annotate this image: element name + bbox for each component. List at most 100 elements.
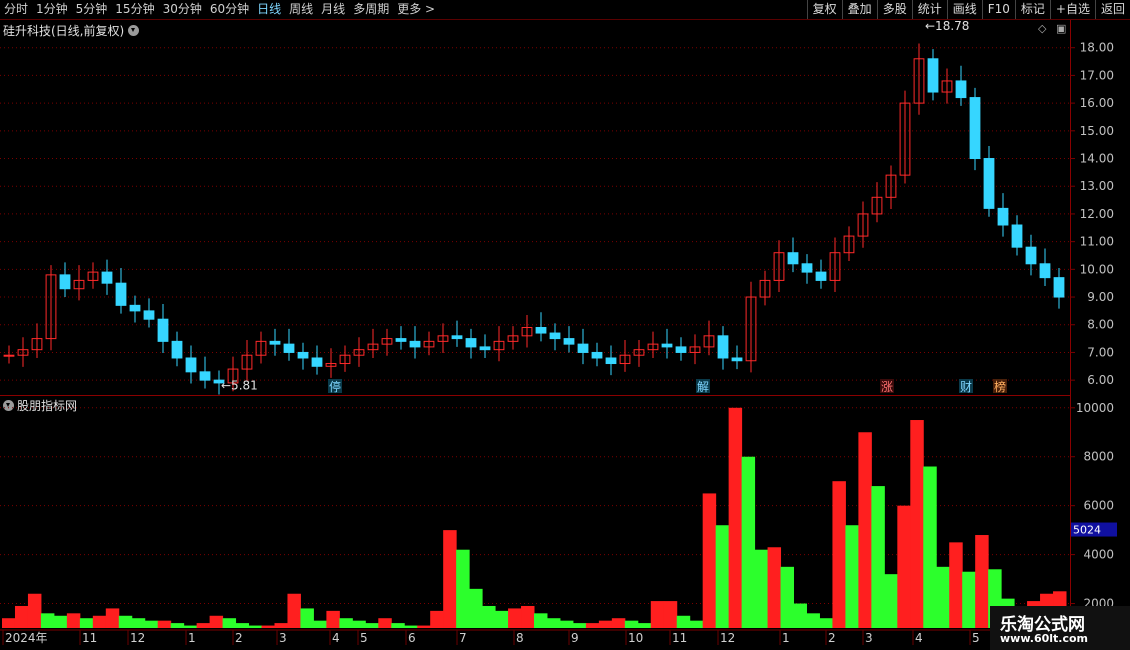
time-label-0: 2024年 [5, 631, 48, 645]
candle-body-72 [1011, 224, 1023, 248]
candle-body-69 [969, 97, 981, 160]
indicator-bar-39 [508, 608, 522, 628]
chart-canvas[interactable]: 18.0017.0016.0015.0014.0013.0012.0011.00… [0, 0, 1130, 650]
indicator-bar-2 [27, 593, 42, 628]
candle-body-12 [171, 340, 183, 359]
ind-tick-label-0: 10000 [1076, 401, 1114, 415]
time-label-19: 5 [972, 631, 980, 645]
price-tick-label-5: 13.00 [1080, 179, 1114, 193]
indicator-bar-17 [222, 618, 237, 628]
indicator-bar-71 [923, 466, 937, 628]
indicator-bar-21 [274, 623, 288, 628]
time-label-5: 3 [279, 631, 287, 645]
ind-tick-label-1: 8000 [1083, 450, 1114, 464]
indicator-bar-45 [585, 623, 600, 628]
indicator-bar-22 [287, 593, 301, 628]
indicator-bar-63 [819, 618, 833, 628]
price-tick-label-11: 7.00 [1087, 345, 1114, 359]
indicator-bar-25 [326, 610, 340, 628]
indicator-bar-65 [845, 525, 859, 628]
candle-body-68 [955, 80, 967, 99]
candle-body-71 [997, 207, 1009, 226]
indicator-bar-42 [546, 618, 561, 628]
indicator-bar-57 [741, 456, 756, 628]
candle-body-28 [395, 338, 407, 342]
candle-body-9 [129, 304, 141, 312]
indicator-bar-41 [534, 613, 548, 628]
candle-body-7 [101, 271, 113, 284]
indicator-bar-1 [14, 605, 29, 628]
price-tick-label-6: 12.00 [1080, 207, 1114, 221]
indicator-bar-0 [2, 618, 16, 628]
candle-body-11 [157, 318, 169, 342]
indicator-bar-60 [780, 566, 795, 628]
candle-body-42 [591, 351, 603, 359]
candle-body-0 [3, 354, 15, 357]
indicator-bar-54 [702, 493, 717, 628]
indicator-bar-74 [962, 571, 976, 628]
candle-body-4 [59, 274, 71, 290]
price-tick-label-8: 10.00 [1080, 262, 1114, 276]
indicator-bar-73 [949, 542, 963, 628]
event-marker-3: 财 [960, 380, 972, 394]
indicator-bar-36 [469, 588, 483, 628]
indicator-bar-19 [248, 625, 263, 628]
candle-body-48 [675, 346, 687, 353]
indicator-bar-58 [754, 549, 769, 628]
indicator-bar-37 [482, 605, 496, 628]
indicator-bar-66 [858, 432, 872, 628]
indicator-bar-51 [663, 601, 678, 628]
indicator-bar-56 [728, 407, 743, 628]
time-label-2: 12 [130, 631, 145, 645]
indicator-bar-52 [676, 615, 691, 628]
indicator-bar-24 [313, 620, 327, 628]
indicator-bar-69 [897, 505, 911, 628]
candle-body-21 [297, 351, 309, 359]
indicator-bar-4 [53, 615, 68, 628]
indicator-bar-68 [884, 574, 898, 628]
current-value-label: 5024 [1073, 524, 1101, 537]
indicator-bar-7 [92, 615, 107, 628]
price-tick-label-7: 11.00 [1080, 235, 1114, 249]
indicator-bar-44 [572, 623, 587, 628]
candle-body-34 [479, 346, 491, 351]
indicator-bar-75 [975, 535, 989, 628]
price-tick-label-4: 14.00 [1080, 152, 1114, 166]
candle-body-40 [563, 338, 575, 345]
indicator-bar-20 [261, 625, 275, 628]
indicator-bar-6 [79, 618, 94, 628]
indicator-bar-13 [170, 623, 185, 628]
time-label-3: 1 [188, 631, 196, 645]
event-marker-0: 停 [329, 379, 341, 394]
candle-body-41 [577, 343, 589, 353]
time-label-10: 8 [516, 631, 524, 645]
indicator-bar-67 [871, 486, 885, 628]
time-label-9: 7 [459, 631, 467, 645]
candle-body-43 [605, 357, 617, 365]
candle-body-73 [1025, 246, 1037, 265]
indicator-bar-18 [235, 623, 250, 628]
indicator-bar-35 [456, 549, 470, 628]
event-marker-1: 解 [697, 380, 709, 394]
right-scrollbar[interactable] [1117, 20, 1130, 606]
candle-body-8 [115, 282, 127, 306]
indicator-bar-31 [404, 625, 418, 628]
indicator-bar-53 [689, 620, 704, 628]
time-label-16: 2 [828, 631, 836, 645]
time-label-17: 3 [865, 631, 873, 645]
time-label-7: 5 [360, 631, 368, 645]
indicator-bar-46 [598, 620, 613, 628]
indicator-bar-64 [832, 481, 846, 628]
indicator-bar-70 [910, 420, 924, 628]
indicator-bar-55 [715, 525, 730, 628]
indicator-bar-27 [352, 620, 366, 628]
indicator-bar-30 [391, 623, 405, 628]
candle-body-47 [661, 343, 673, 348]
indicator-bar-47 [611, 618, 626, 628]
indicator-bar-10 [131, 618, 146, 628]
indicator-bar-48 [624, 620, 639, 628]
time-label-18: 4 [915, 631, 923, 645]
indicator-bar-40 [521, 605, 535, 628]
candle-body-20 [283, 343, 295, 353]
indicator-bar-28 [365, 623, 379, 628]
